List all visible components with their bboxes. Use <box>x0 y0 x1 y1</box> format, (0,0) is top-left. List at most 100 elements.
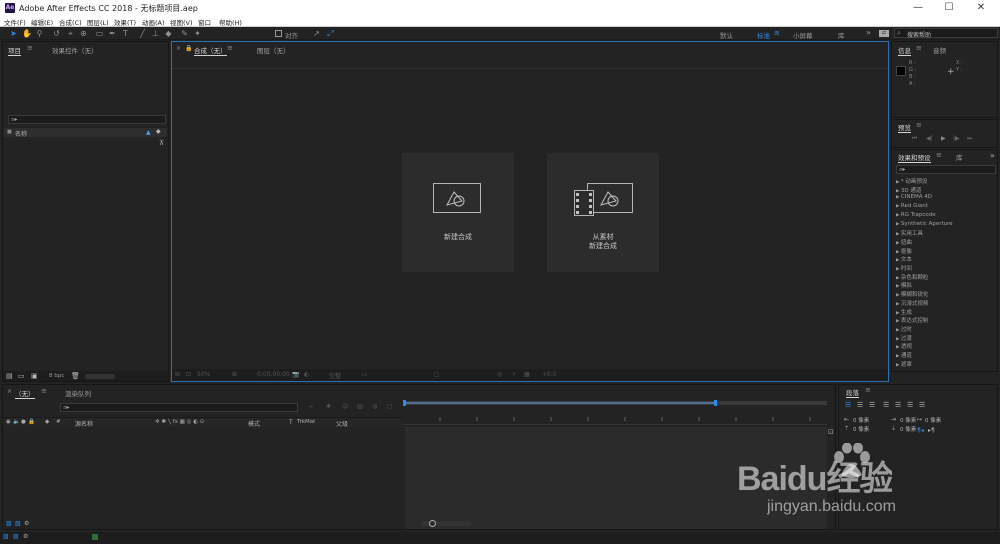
effect-category[interactable]: RG Trapcode <box>896 212 936 218</box>
motion-blur-icon[interactable]: ◍ <box>372 403 377 410</box>
effect-category[interactable]: 生成 <box>896 308 912 316</box>
new-composition-from-footage-tile[interactable]: 从素材 新建合成 <box>547 153 659 272</box>
tab-info[interactable]: 信息 <box>898 45 911 56</box>
time-ruler[interactable] <box>403 407 827 425</box>
effect-category[interactable]: Red Giant <box>896 203 928 209</box>
align-center-icon[interactable]: ☰ <box>857 401 863 409</box>
ltr-direction-icon[interactable]: ¶◂ <box>917 427 924 434</box>
column-preserve-transparency[interactable]: T <box>289 419 293 426</box>
project-search-input[interactable]: ⌕▸ <box>8 115 166 124</box>
shy-layers-icon[interactable]: ☺ <box>342 403 348 410</box>
resolution-dropdown[interactable]: 完整 <box>329 371 341 380</box>
menu-file[interactable]: 文件(F) <box>4 17 26 27</box>
timeline-zoom-slider[interactable] <box>421 520 471 527</box>
video-toggle-icon[interactable]: ◉ <box>6 419 11 425</box>
effect-category[interactable]: 杂色和颗粒 <box>896 273 929 281</box>
space-before-value[interactable]: 0 像素 <box>853 425 869 433</box>
fast-preview-icon[interactable]: ⚡ <box>512 371 516 378</box>
toggle-in-out-icon[interactable]: ⚙ <box>24 520 29 527</box>
justify-all-icon[interactable]: ☰ <box>919 401 925 409</box>
type-tool-icon[interactable]: T <box>121 29 130 38</box>
tab-effects-presets[interactable]: 效果和预设 <box>898 152 931 163</box>
info-panel-menu-icon[interactable]: ≡ <box>916 44 922 52</box>
tab-render-queue[interactable]: 渲染队列 <box>65 388 91 398</box>
last-frame-icon[interactable]: ⏭ <box>967 135 972 143</box>
channel-icon[interactable]: ◐ <box>304 371 309 378</box>
column-mode[interactable]: 模式 <box>248 419 260 428</box>
work-area-end-handle[interactable] <box>714 400 717 406</box>
work-area-bar[interactable] <box>403 400 827 406</box>
solo-toggle-icon[interactable]: ● <box>21 419 26 425</box>
rtl-direction-icon[interactable]: ▸¶ <box>928 427 935 434</box>
sort-up-icon[interactable]: ▲ <box>146 129 151 136</box>
effect-category[interactable]: 3D 通道 <box>896 186 921 194</box>
paragraph-panel-menu-icon[interactable]: ≡ <box>865 386 871 394</box>
align-left-icon[interactable]: ☰ <box>845 401 851 409</box>
effect-category[interactable]: 抠像 <box>896 247 912 255</box>
grid-icon[interactable]: ⊞ <box>232 371 237 378</box>
play-icon[interactable]: ▶ <box>941 135 946 142</box>
timeline-icon[interactable]: ▦ <box>524 371 530 378</box>
region-of-interest-icon[interactable]: ▭ <box>362 371 368 378</box>
menu-effect[interactable]: 效果(T) <box>114 17 136 27</box>
shape-tool-icon[interactable]: ▭ <box>95 29 104 38</box>
interpret-footage-icon[interactable]: ▤ <box>6 372 13 380</box>
effect-category[interactable]: 扭曲 <box>896 238 912 246</box>
tab-paragraph[interactable]: 段落 <box>846 387 859 398</box>
rotate-tool-icon[interactable]: ↺ <box>52 29 61 38</box>
status-mode-icon[interactable]: ▨ <box>13 533 19 540</box>
effect-category[interactable]: 模糊和锐化 <box>896 290 929 298</box>
snap-icon[interactable]: ↗ <box>312 29 321 38</box>
frame-blending-icon[interactable]: ▥ <box>357 403 363 410</box>
effect-category[interactable]: 实用工具 <box>896 229 923 237</box>
clone-stamp-tool-icon[interactable]: ⊥ <box>151 29 160 38</box>
view-layout-icon[interactable]: ▢ <box>434 371 440 378</box>
preview-panel-menu-icon[interactable]: ≡ <box>916 121 922 129</box>
effect-category[interactable]: 文本 <box>896 255 912 263</box>
timeline-search-input[interactable]: ⌕▸ <box>60 403 298 412</box>
tag-icon[interactable]: ◆ <box>156 128 161 135</box>
timeline-panel-menu-icon[interactable]: ≡ <box>41 387 47 395</box>
flowchart-icon[interactable]: ⊼ <box>159 139 164 147</box>
eraser-tool-icon[interactable]: ◆ <box>164 29 173 38</box>
camera-tool-icon[interactable]: ⌖ <box>66 29 75 38</box>
tab-effect-controls[interactable]: 效果控件（无） <box>52 45 98 55</box>
previous-frame-icon[interactable]: ◀| <box>926 135 933 142</box>
toggle-modes-icon[interactable]: ▨ <box>15 520 21 527</box>
comp-button-icon[interactable]: ⊡ <box>828 428 834 436</box>
tab-layer[interactable]: 图层（无） <box>257 45 290 55</box>
align-checkbox[interactable] <box>275 30 282 37</box>
tab-library[interactable]: 库 <box>956 152 963 162</box>
new-composition-tile[interactable]: 新建合成 <box>402 153 514 272</box>
current-time[interactable]: 0;00;00;00 <box>257 371 290 378</box>
menu-view[interactable]: 视图(V) <box>170 17 193 27</box>
more-workspaces-icon[interactable]: » <box>866 28 871 37</box>
effect-category[interactable]: 表达式控制 <box>896 316 929 324</box>
new-composition-icon[interactable]: ▣ <box>31 372 38 380</box>
justify-last-center-icon[interactable]: ☰ <box>895 401 901 409</box>
menu-edit[interactable]: 编辑(E) <box>31 17 53 27</box>
effect-category[interactable]: 通道 <box>896 351 912 359</box>
help-search-input[interactable]: ⌕ 搜索帮助 <box>894 28 998 39</box>
composition-panel-menu-icon[interactable]: ≡ <box>227 44 233 52</box>
workspace-library[interactable]: 库 <box>838 30 845 40</box>
roto-brush-tool-icon[interactable]: ✎ <box>180 29 189 38</box>
menu-help[interactable]: 帮助(H) <box>219 17 242 27</box>
effect-category[interactable]: CINEMA 4D <box>896 194 932 200</box>
effects-search-input[interactable]: ⌕▸ <box>896 165 996 174</box>
effect-category[interactable]: 过时 <box>896 325 912 333</box>
align-right-icon[interactable]: ☰ <box>869 401 875 409</box>
column-track-matte[interactable]: TrkMat <box>297 419 315 425</box>
indent-left-value[interactable]: 0 像素 <box>853 416 869 424</box>
lock-toggle-icon[interactable]: 🔒 <box>28 419 35 425</box>
effect-category[interactable]: 模拟 <box>896 281 912 289</box>
pan-behind-tool-icon[interactable]: ⊕ <box>79 29 88 38</box>
zoom-tool-icon[interactable]: ⚲ <box>35 29 44 38</box>
column-source-name[interactable]: 源名称 <box>75 419 93 428</box>
trash-icon[interactable]: 🗑 <box>71 372 80 380</box>
space-after-value[interactable]: 0 像素 <box>900 425 916 433</box>
composition-mini-flowchart-icon[interactable]: ⇢ <box>308 403 313 410</box>
thumbnail-size-slider[interactable] <box>85 374 115 379</box>
zoom-dropdown[interactable]: 50% <box>197 371 210 378</box>
exposure-value[interactable]: +0.0 <box>542 371 557 378</box>
